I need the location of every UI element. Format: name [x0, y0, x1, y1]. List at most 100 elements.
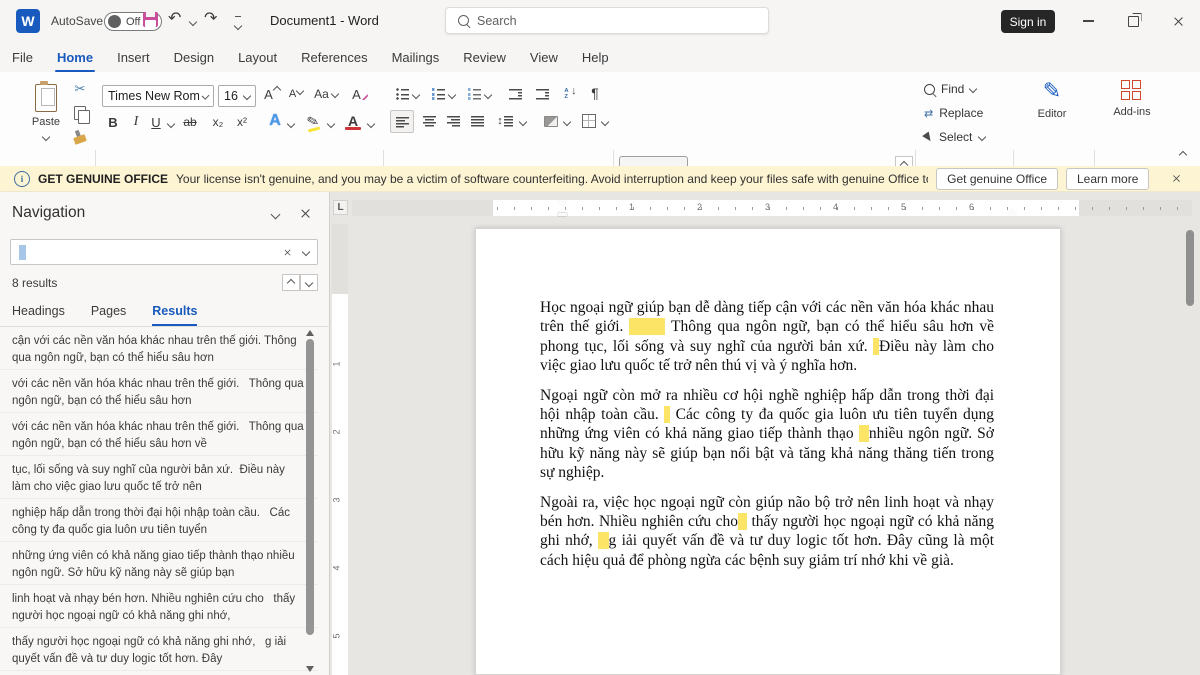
numbering-button[interactable]	[428, 84, 448, 104]
scroll-down-icon[interactable]	[306, 666, 314, 672]
multilevel-chevron-icon[interactable]	[484, 91, 492, 99]
increase-indent-button[interactable]	[532, 84, 552, 104]
sign-in-button[interactable]: Sign in	[1001, 10, 1055, 33]
tab-file[interactable]: File	[0, 42, 45, 72]
learn-more-button[interactable]: Learn more	[1066, 168, 1149, 190]
bold-button[interactable]: B	[104, 112, 122, 132]
scroll-up-icon[interactable]	[306, 330, 314, 336]
list-item[interactable]: cận với các nền văn hóa khác nhau trên t…	[0, 327, 318, 370]
previous-result-button[interactable]	[282, 274, 300, 291]
list-item[interactable]: thấy người học ngoại ngữ có khả năng ghi…	[0, 628, 318, 671]
paste-button[interactable]: Paste	[24, 82, 68, 142]
shading-chevron-icon[interactable]	[563, 118, 571, 126]
paragraph[interactable]: Ngoài ra, việc học ngoại ngữ còn giúp nã…	[540, 493, 994, 571]
tab-insert[interactable]: Insert	[105, 42, 162, 72]
undo-chevron-icon[interactable]	[189, 18, 197, 26]
undo-icon[interactable]: ↶	[168, 11, 181, 27]
save-icon[interactable]	[143, 12, 158, 27]
word-logo-icon[interactable]: W	[16, 9, 40, 33]
italic-button[interactable]: I	[128, 112, 144, 132]
multilevel-list-button[interactable]	[464, 84, 484, 104]
list-item[interactable]: với các nền văn hóa khác nhau trên thế g…	[0, 370, 318, 413]
justify-button[interactable]	[466, 110, 488, 132]
left-indent-marker[interactable]	[558, 213, 567, 216]
shading-button[interactable]	[540, 110, 562, 132]
tab-headings[interactable]: Headings	[12, 295, 65, 326]
subscript-button[interactable]: x₂	[208, 112, 228, 132]
format-painter-icon[interactable]	[70, 130, 90, 148]
search-options-chevron-icon[interactable]	[302, 248, 310, 256]
navigation-collapse-icon[interactable]	[271, 210, 281, 220]
tab-references[interactable]: References	[289, 42, 379, 72]
underline-chevron-icon[interactable]	[167, 120, 175, 128]
align-right-button[interactable]	[442, 110, 464, 132]
list-item[interactable]: linh hoạt và nhạy bén hơn. Nhiều nghiên …	[0, 585, 318, 628]
add-ins-button[interactable]: Add-ins	[1100, 80, 1164, 118]
next-result-button[interactable]	[300, 274, 318, 291]
customize-toolbar-icon[interactable]	[235, 16, 241, 32]
tab-mailings[interactable]: Mailings	[380, 42, 452, 72]
bullets-button[interactable]	[392, 84, 412, 104]
list-item[interactable]: với các nền văn hóa khác nhau trên thế g…	[0, 413, 318, 456]
clear-formatting-button[interactable]: A	[350, 84, 370, 104]
paragraph[interactable]: Ngoại ngữ còn mở ra nhiều cơ hội nghề ng…	[540, 386, 994, 483]
tab-layout[interactable]: Layout	[226, 42, 289, 72]
tab-design[interactable]: Design	[162, 42, 226, 72]
collapse-ribbon-icon[interactable]	[1179, 151, 1187, 159]
line-spacing-chevron-icon[interactable]	[519, 118, 527, 126]
minimize-button[interactable]	[1066, 0, 1110, 42]
editor-button[interactable]: ✎ Editor	[1022, 80, 1082, 120]
change-case-button[interactable]: Aa	[312, 84, 340, 104]
navigation-search-input[interactable]	[10, 239, 318, 265]
font-family-select[interactable]: Times New Roman	[102, 85, 214, 107]
list-item[interactable]: những ứng viên có khả năng giao tiếp thà…	[0, 542, 318, 585]
font-size-select[interactable]: 16	[218, 85, 256, 107]
restore-button[interactable]	[1111, 0, 1155, 42]
horizontal-ruler[interactable]: 1 2 3 4 5 6	[352, 200, 1192, 216]
highlight-button[interactable]: ✎	[302, 110, 324, 132]
highlight-chevron-icon[interactable]	[327, 120, 335, 128]
get-genuine-office-button[interactable]: Get genuine Office	[936, 168, 1058, 190]
align-center-button[interactable]	[418, 110, 440, 132]
shrink-font-button[interactable]: A	[286, 84, 306, 104]
select-button[interactable]: Select	[924, 130, 985, 144]
copy-icon[interactable]	[70, 104, 90, 122]
list-item[interactable]: tục, lối sống và suy nghĩ của người bản …	[0, 456, 318, 499]
text-effects-chevron-icon[interactable]	[287, 120, 295, 128]
list-item[interactable]: nghiệp hấp dẫn trong thời đại hội nhập t…	[0, 499, 318, 542]
line-spacing-button[interactable]: ↕	[494, 110, 516, 132]
tab-home[interactable]: Home	[45, 42, 105, 72]
tab-stop-selector[interactable]: L	[333, 200, 348, 215]
borders-chevron-icon[interactable]	[601, 118, 609, 126]
close-button[interactable]	[1156, 0, 1200, 42]
font-color-button[interactable]: A	[342, 110, 364, 132]
grow-font-button[interactable]: A	[262, 84, 282, 104]
sort-button[interactable]: AZ	[559, 84, 581, 104]
paragraph[interactable]: Học ngoại ngữ giúp bạn dễ dàng tiếp cận …	[540, 298, 994, 376]
strikethrough-button[interactable]: ab	[180, 112, 200, 132]
document-text[interactable]: Học ngoại ngữ giúp bạn dễ dàng tiếp cận …	[540, 298, 994, 580]
superscript-button[interactable]: x²	[232, 112, 252, 132]
underline-button[interactable]: U	[148, 112, 164, 132]
find-button[interactable]: Find	[924, 82, 976, 96]
font-color-chevron-icon[interactable]	[367, 120, 375, 128]
numbering-chevron-icon[interactable]	[448, 91, 456, 99]
cut-icon[interactable]: ✂	[70, 80, 90, 98]
show-paragraph-marks-button[interactable]: ¶	[586, 83, 604, 103]
redo-icon[interactable]: ↷	[204, 11, 217, 27]
tab-review[interactable]: Review	[451, 42, 518, 72]
align-left-button[interactable]	[390, 110, 414, 133]
document-scrollbar[interactable]	[1186, 230, 1194, 306]
text-effects-button[interactable]: A	[264, 110, 286, 132]
vertical-ruler[interactable]: 1 2 3 4 5	[332, 224, 348, 675]
search-box[interactable]: Search	[445, 7, 769, 34]
clear-search-icon[interactable]	[284, 248, 292, 256]
tab-help[interactable]: Help	[570, 42, 621, 72]
tab-view[interactable]: View	[518, 42, 570, 72]
borders-button[interactable]	[578, 110, 600, 132]
tab-pages[interactable]: Pages	[91, 295, 126, 326]
tab-results[interactable]: Results	[152, 295, 197, 326]
decrease-indent-button[interactable]	[505, 84, 525, 104]
notice-close-icon[interactable]	[1172, 174, 1181, 183]
bullets-chevron-icon[interactable]	[412, 91, 420, 99]
